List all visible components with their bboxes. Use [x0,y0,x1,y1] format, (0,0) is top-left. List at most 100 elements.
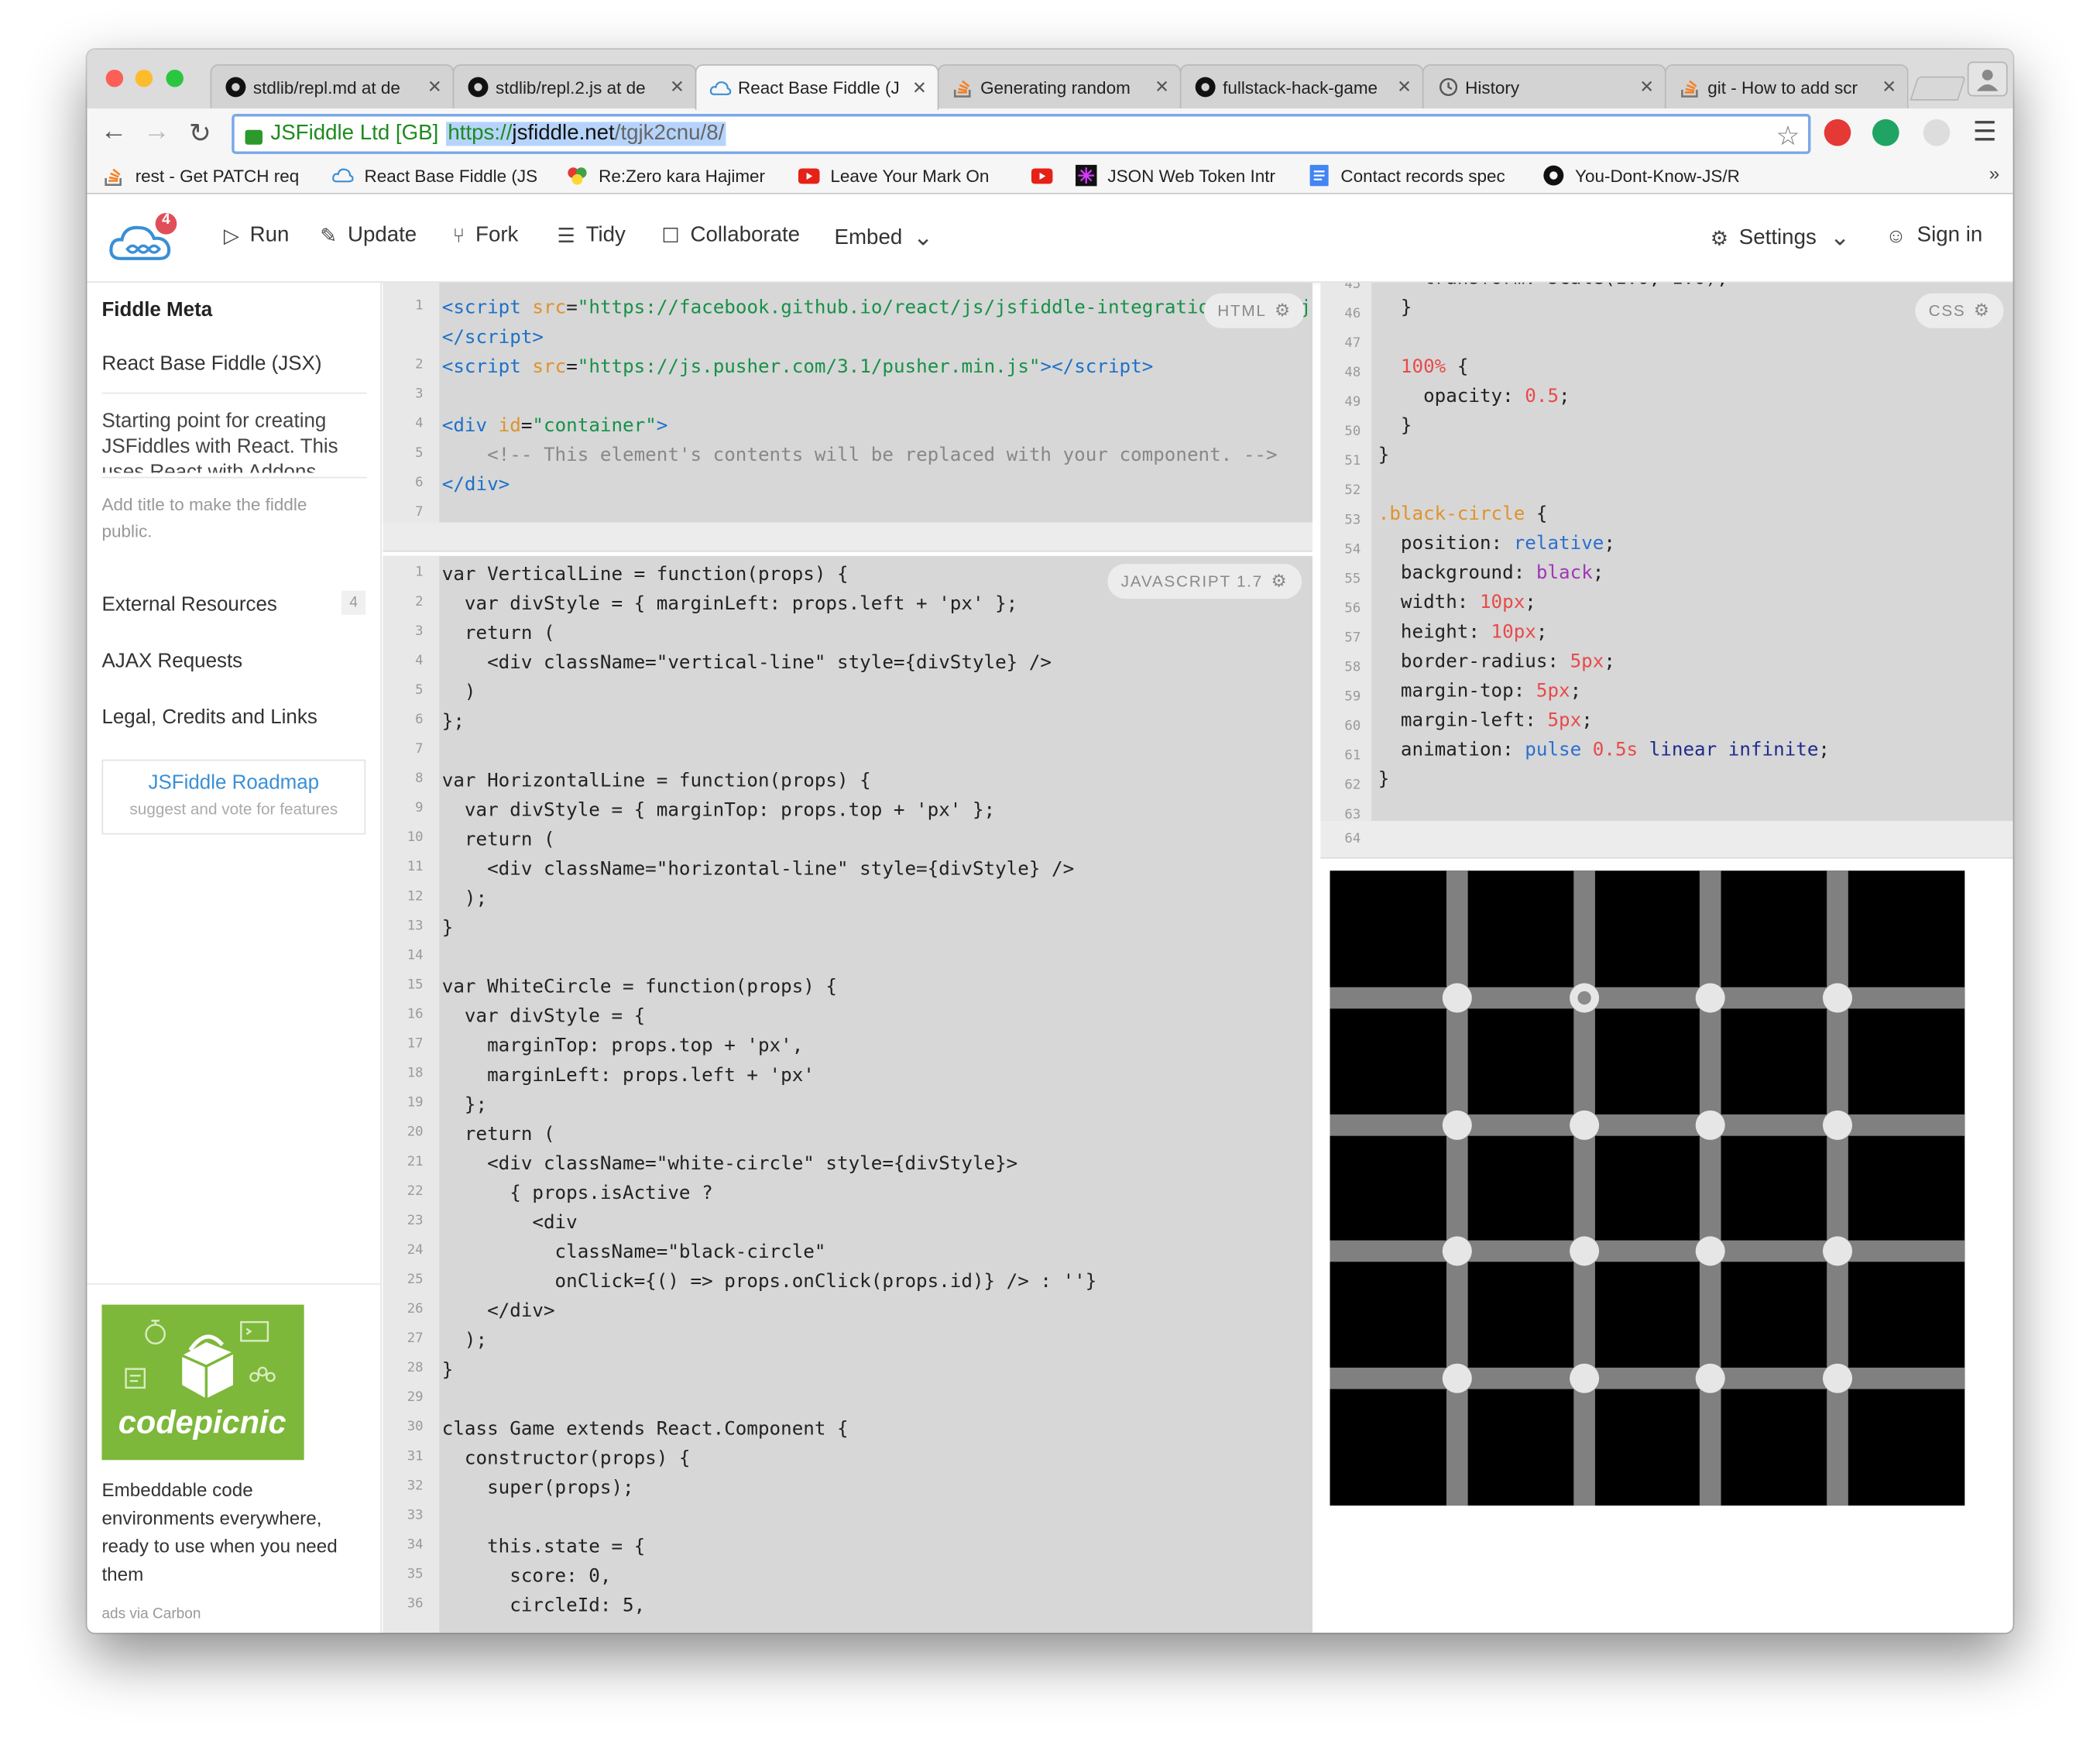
run-button[interactable]: ▷ Run [224,224,290,248]
fiddle-name-field[interactable]: React Base Fiddle (JSX) [101,352,321,375]
css-language-badge[interactable]: CSS ⚙ [1915,293,2005,328]
roadmap-link[interactable]: JSFiddle Roadmap suggest and vote for fe… [101,759,366,835]
gear-icon[interactable]: ⚙ [1974,300,1991,321]
tab-title: React Base Fiddle (J [738,77,900,98]
ads-via-carbon-link[interactable]: ads via Carbon [101,1606,201,1622]
tab-generating-random[interactable]: Generating random ✕ [937,64,1182,109]
fork-label: Fork [475,223,519,247]
url-text[interactable]: https://jsfiddle.net/tgjk2cnu/8/ [446,122,726,146]
tab-git-how-to-add[interactable]: git - How to add scr ✕ [1664,64,1909,109]
black-circle[interactable] [1577,991,1591,1004]
embed-button[interactable]: Embed ⌄ [835,224,934,252]
sidebar-item-ajax-requests[interactable]: AJAX Requests [101,650,242,672]
sign-in-button[interactable]: ☺ Sign in [1886,224,1982,248]
vertical-line [1573,870,1595,1506]
bookmark-youtube[interactable] [1031,162,1064,189]
css-editor[interactable]: 45 46 47 48 49 50 51 52 53 54 55 56 57 5… [1320,282,2013,822]
html-editor-footer [383,522,1313,552]
tidy-label: Tidy [585,223,626,247]
bookmark-leave-your-mark[interactable]: Leave Your Mark On [798,162,1010,189]
close-window-button[interactable] [105,69,124,88]
tab-close-icon[interactable]: ✕ [912,77,927,98]
gear-icon[interactable]: ⚙ [1271,571,1288,592]
tab-close-icon[interactable]: ✕ [1639,77,1654,98]
ad-text[interactable]: Embeddable code environments everywhere,… [101,1476,369,1588]
tab-stdlib-repl-md[interactable]: stdlib/repl.md at de ✕ [210,64,455,109]
smiley-icon: ☺ [1886,224,1906,248]
tidy-button[interactable]: ☰ Tidy [558,224,626,248]
tab-history[interactable]: History ✕ [1422,64,1666,109]
line-number: 4 [415,416,424,431]
bookmark-contact-records[interactable]: Contact records spec [1309,162,1523,189]
fiddle-description-field[interactable]: Starting point for creating JSFiddles wi… [101,409,366,472]
update-button[interactable]: ✎ Update [320,224,417,248]
javascript-language-badge[interactable]: JAVASCRIPT 1.7 ⚙ [1107,564,1302,599]
sidebar-item-legal[interactable]: Legal, Credits and Links [101,706,317,728]
javascript-code: var VerticalLine = function(props) { var… [442,560,1097,1621]
roadmap-title: JSFiddle Roadmap [148,771,320,795]
tab-close-icon[interactable]: ✕ [1397,77,1412,98]
tab-title: git - How to add scr [1707,77,1858,98]
tab-close-icon[interactable]: ✕ [670,77,685,98]
code-line: } [441,1359,454,1382]
extension-icon[interactable] [1923,118,1951,146]
bookmark-json-web-token[interactable]: JSON Web Token Intr [1075,162,1290,189]
codepicnic-logo: codepicnic [118,1320,287,1440]
html-editor[interactable]: 1 2 3 4 5 6 7 <script src="https://faceb… [383,282,1313,523]
jsfiddle-logo[interactable]: 4 [108,211,180,264]
code-line: marginTop: props.top + 'px', [441,1035,804,1057]
line-number: 18 [407,1066,424,1081]
zoom-window-button[interactable] [166,69,184,88]
code-line: super(props); [441,1477,634,1499]
sidebar-item-external-resources[interactable]: External Resources [101,593,276,616]
line-number: 64 [1344,832,1361,847]
html-language-badge[interactable]: HTML ⚙ [1203,293,1306,328]
gear-icon[interactable]: ⚙ [1275,300,1292,321]
tidy-icon: ☰ [557,225,575,248]
bookmark-you-dont-know-js[interactable]: You-Dont-Know-JS/R [1542,162,1757,189]
jwt-icon [1075,164,1097,187]
profile-button[interactable] [1967,61,2008,97]
css-gutter: 45 46 47 48 49 50 51 52 53 54 55 56 57 5… [1320,282,1372,822]
ublock-extension-icon[interactable] [1824,118,1851,146]
tab-fullstack-hack-game[interactable]: fullstack-hack-game ✕ [1179,64,1424,109]
back-button[interactable]: ← [101,116,128,147]
chrome-menu-button[interactable]: ☰ [1973,115,1997,149]
tab-stdlib-repl-js[interactable]: stdlib/repl.2.js at de ✕ [452,64,697,109]
stackoverflow-icon [952,77,974,98]
line-number: 50 [1344,424,1361,440]
settings-button[interactable]: ⚙ Settings ⌄ [1711,224,1851,252]
address-bar[interactable]: JSFiddle Ltd [GB] https://jsfiddle.net/t… [232,114,1811,154]
line-number: 5 [415,683,424,699]
line-number: 23 [407,1214,424,1229]
tab-close-icon[interactable]: ✕ [1882,77,1896,98]
forward-button[interactable]: → [143,116,170,147]
result-panel[interactable] [1330,870,1965,1506]
code-line: return ( [441,1124,555,1145]
white-circle [1823,1110,1853,1140]
collaborate-button[interactable]: ☐ Collaborate [661,224,800,248]
line-number: 47 [1344,336,1361,352]
reload-button[interactable]: ↻ [189,116,211,149]
bookmark-rezero[interactable]: Re:Zero kara Hajimer [567,162,781,189]
minimize-window-button[interactable] [135,69,153,88]
vertical-line [1827,870,1849,1506]
bookmark-rest-get-patch[interactable]: rest - Get PATCH req [103,162,311,189]
tab-close-icon[interactable]: ✕ [427,77,442,98]
javascript-editor[interactable]: 1 2 3 4 5 6 7 8 9 10 11 12 13 14 15 16 17 18 19 20 21 22 23 24 2… [383,555,1313,1633]
tab-close-icon[interactable]: ✕ [1155,77,1169,98]
tab-title: History [1465,77,1520,98]
history-icon [1437,77,1459,98]
bookmark-react-base-fiddle[interactable]: React Base Fiddle (JS [332,162,547,189]
line-number: 17 [407,1036,424,1052]
bookmarks-overflow-button[interactable]: » [1989,162,1999,184]
notification-count: 4 [162,211,170,228]
fork-button[interactable]: ⑂ Fork [453,224,519,248]
url-path: /tgjk2cnu/8/ [614,122,725,145]
code-line: <div className="white-circle" style={div… [441,1153,1018,1175]
hangouts-extension-icon[interactable] [1872,118,1899,146]
new-tab-button[interactable] [1910,76,1966,101]
bookmark-star-icon[interactable]: ☆ [1776,119,1800,153]
codepicnic-ad-image[interactable]: codepicnic [101,1304,304,1461]
tab-react-base-fiddle[interactable]: React Base Fiddle (J ✕ [695,64,939,110]
